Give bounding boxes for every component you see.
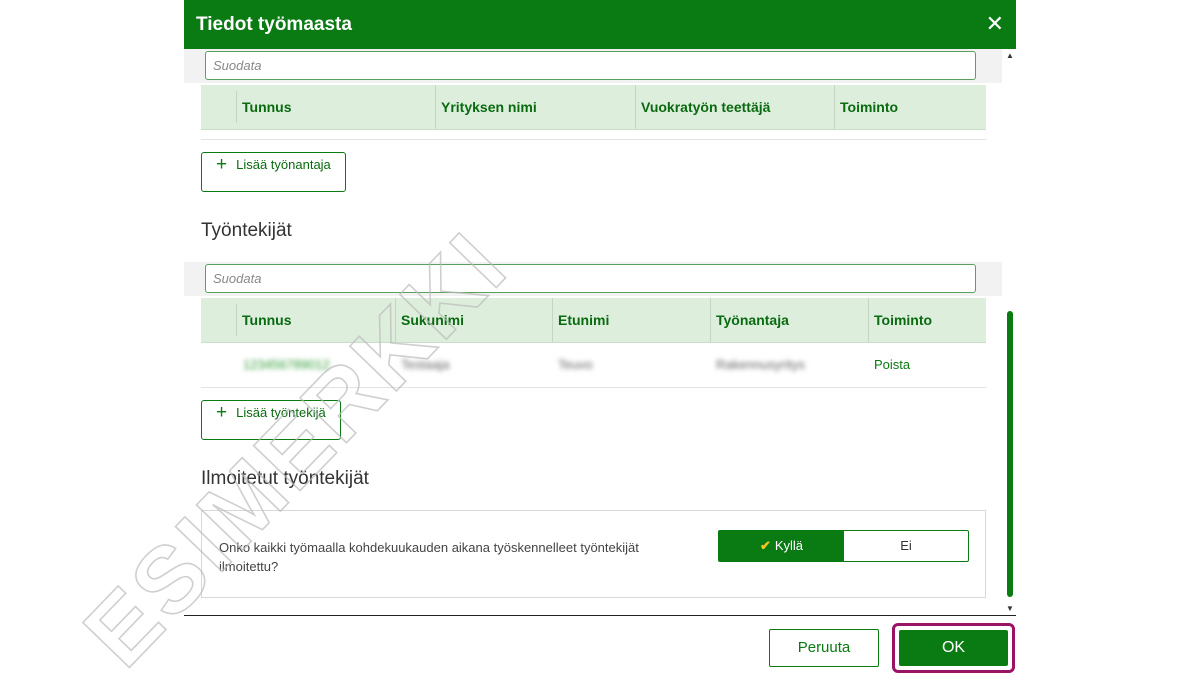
option-yes-button[interactable]: ✔ Kyllä [719, 531, 844, 561]
employee-filter-bar [184, 262, 1002, 296]
yes-no-toggle: ✔ Kyllä Ei [718, 530, 969, 562]
ok-highlight-frame: OK [892, 623, 1015, 673]
plus-icon: + [216, 154, 228, 175]
add-employer-button[interactable]: + Lisää työnantaja [201, 152, 346, 192]
check-icon: ✔ [759, 538, 771, 553]
table-divider [201, 139, 986, 140]
col-header-yrityksen-nimi[interactable]: Yrityksen nimi [435, 85, 635, 129]
option-no-label: Ei [900, 538, 912, 553]
col-header-etunimi[interactable]: Etunimi [552, 298, 710, 342]
col-header-sukunimi[interactable]: Sukunimi [395, 298, 552, 342]
reported-employees-title: Ilmoitetut työntekijät [201, 468, 369, 489]
col-header-tunnus[interactable]: Tunnus [237, 298, 395, 342]
cell-sukunimi: Testaaja [401, 357, 450, 372]
add-employer-label: Lisää työnantaja [236, 157, 331, 172]
scroll-up-arrow-icon[interactable]: ▲ [1006, 51, 1014, 60]
option-no-button[interactable]: Ei [844, 531, 968, 561]
cell-tunnus: 123456789012 [243, 357, 330, 372]
close-icon[interactable]: ✕ [986, 12, 1004, 36]
cancel-button[interactable]: Peruuta [769, 629, 879, 667]
employer-filter-input[interactable] [205, 51, 976, 80]
col-header-vuokratyon-teettaja[interactable]: Vuokratyön teettäjä [635, 85, 834, 129]
col-header-toiminto[interactable]: Toiminto [834, 85, 986, 129]
reported-card: Onko kaikki työmaalla kohdekuukauden aik… [201, 510, 986, 598]
col-header-tunnus[interactable]: Tunnus [237, 85, 435, 129]
ok-button[interactable]: OK [899, 630, 1008, 666]
dialog-header: Tiedot työmaasta ✕ [184, 0, 1016, 49]
delete-link[interactable]: Poista [868, 343, 910, 387]
vertical-scrollbar[interactable]: ▲ ▼ [1004, 49, 1016, 615]
scrollbar-thumb[interactable] [1007, 311, 1013, 597]
reported-question: Onko kaikki työmaalla kohdekuukauden aik… [219, 540, 639, 574]
footer-divider [184, 615, 1016, 616]
plus-icon: + [216, 402, 228, 423]
table-row: 123456789012 Testaaja Teuvo Rakennusyrit… [201, 343, 986, 388]
employer-table-header: Tunnus Yrityksen nimi Vuokratyön teettäj… [201, 85, 986, 130]
col-header-tyonantaja[interactable]: Työnantaja [710, 298, 868, 342]
dialog-content: Tunnus Yrityksen nimi Vuokratyön teettäj… [184, 49, 1004, 615]
option-yes-label: Kyllä [774, 538, 804, 553]
site-details-dialog: Tiedot työmaasta ✕ Tunnus Yrityksen nimi… [184, 0, 1016, 675]
col-header-toiminto[interactable]: Toiminto [868, 298, 986, 342]
employees-title: Työntekijät [201, 220, 292, 241]
scroll-down-arrow-icon[interactable]: ▼ [1006, 604, 1014, 613]
cell-etunimi: Teuvo [558, 357, 593, 372]
cell-tyonantaja: Rakennusyritys [716, 357, 805, 372]
dialog-title: Tiedot työmaasta [196, 14, 352, 35]
add-employee-button[interactable]: + Lisää työntekijä [201, 400, 341, 440]
add-employee-label: Lisää työntekijä [236, 405, 326, 420]
employee-filter-input[interactable] [205, 264, 976, 293]
employee-table-header: Tunnus Sukunimi Etunimi Työnantaja Toimi… [201, 298, 986, 343]
employer-filter-bar [184, 49, 1002, 83]
